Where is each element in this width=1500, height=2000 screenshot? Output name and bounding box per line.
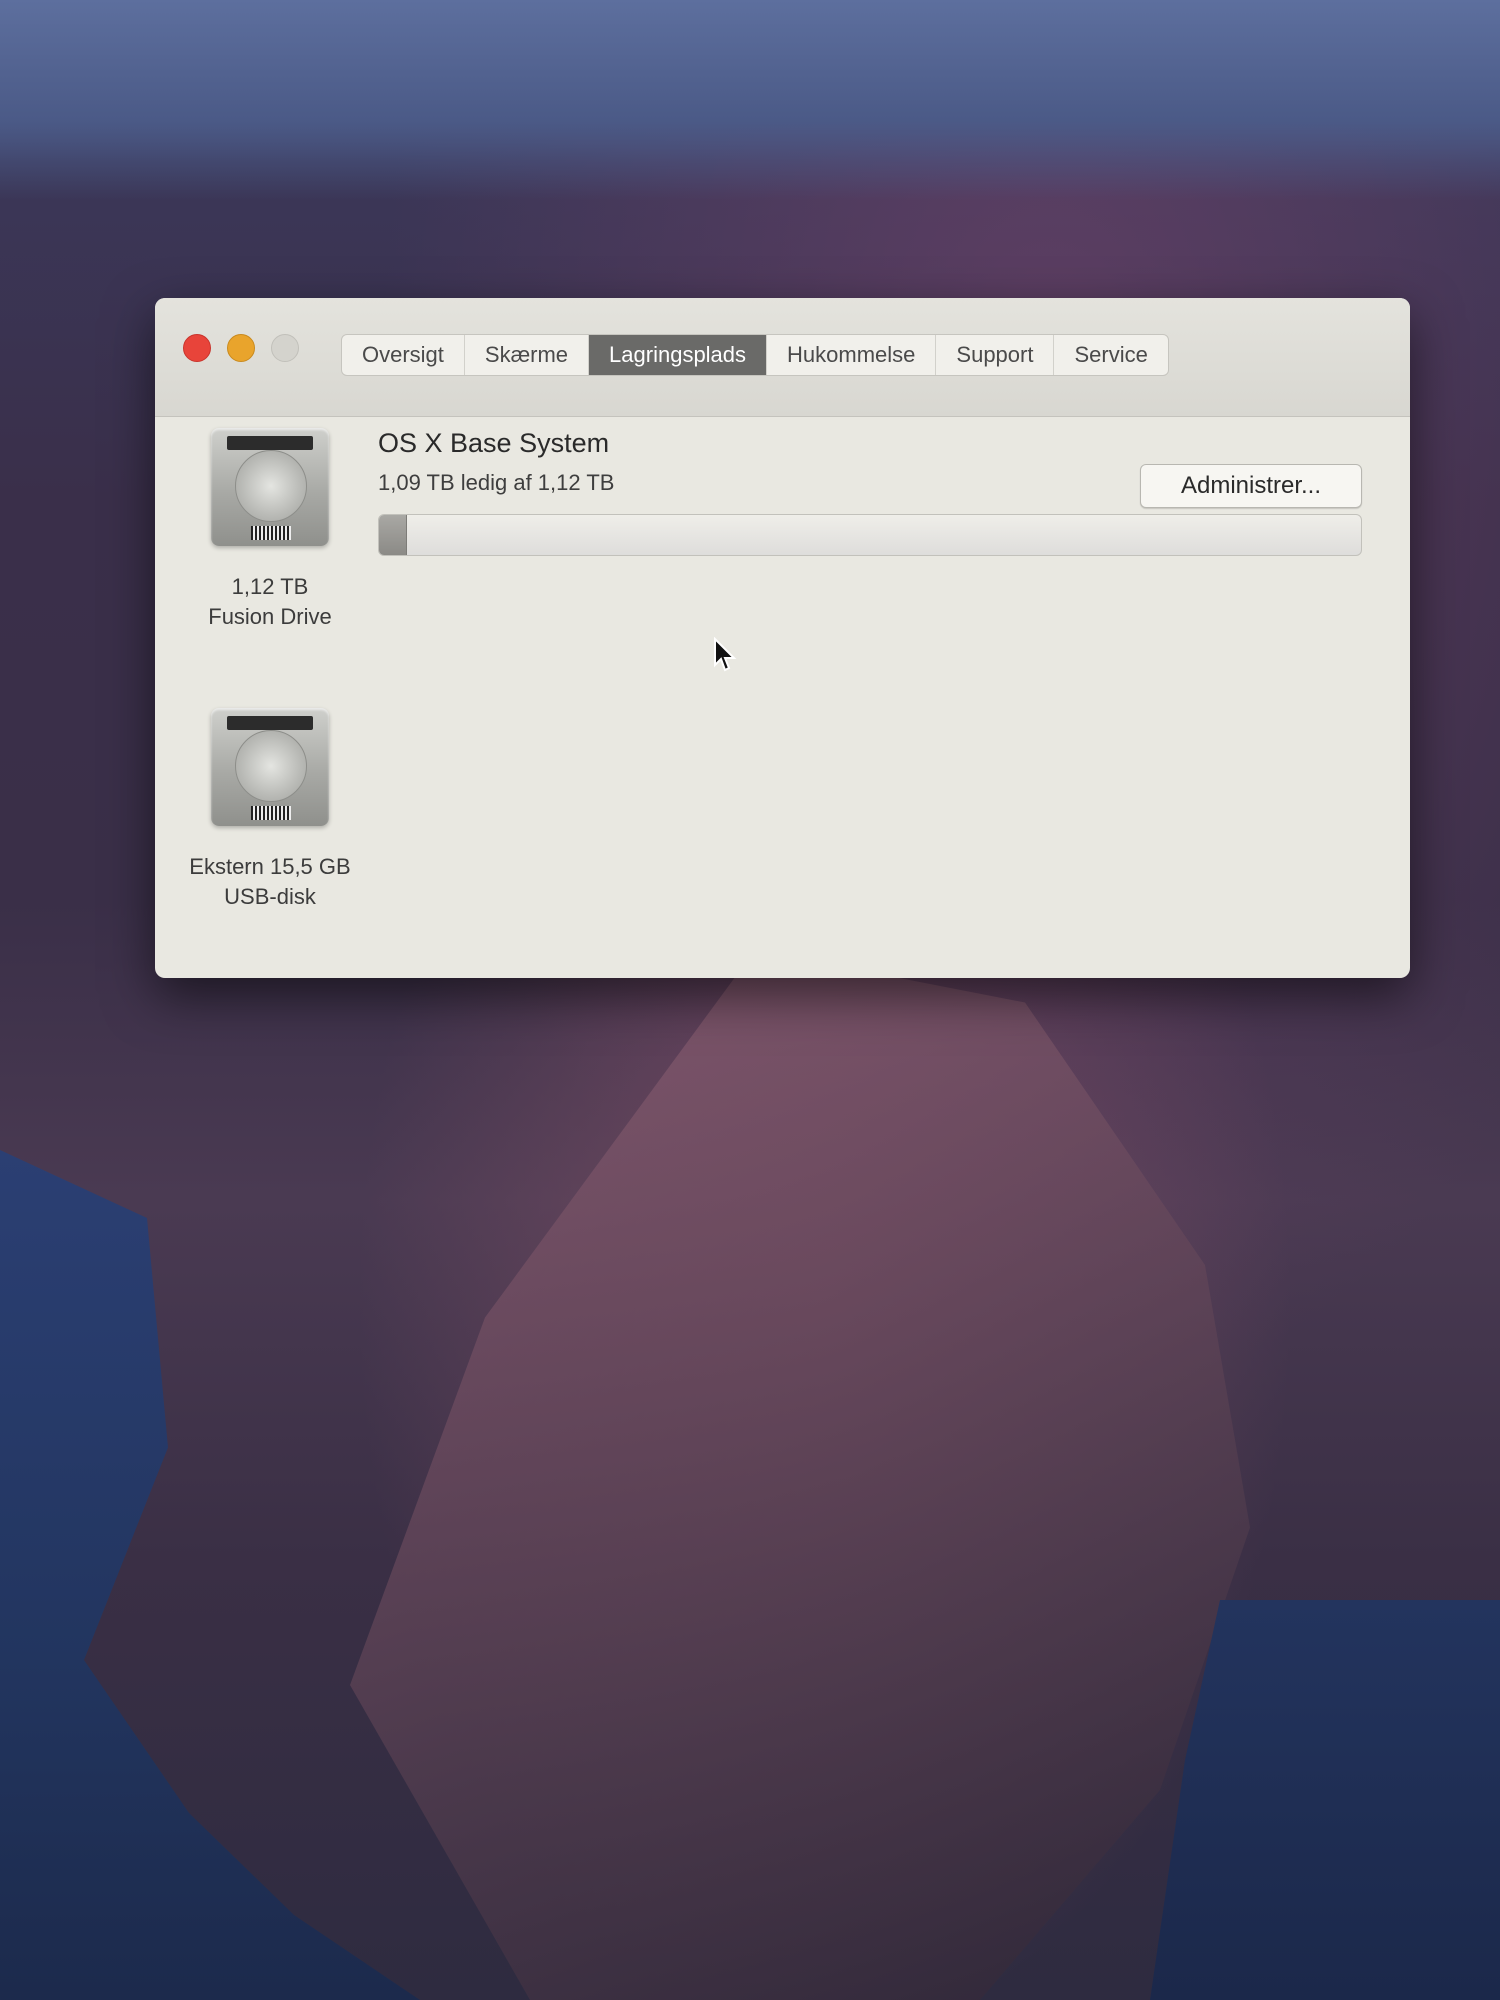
disk-fusion-drive[interactable]: 1,12 TB Fusion Drive (155, 428, 385, 632)
tab-hukommelse[interactable]: Hukommelse (767, 335, 937, 375)
close-button[interactable] (183, 334, 211, 362)
tab-oversigt[interactable]: Oversigt (342, 335, 465, 375)
hard-drive-icon (211, 428, 329, 546)
desktop-background: Oversigt Skærme Lagringsplads Hukommelse… (0, 0, 1500, 2000)
volume-capacity: 1,09 TB ledig af 1,12 TB (378, 470, 615, 495)
tab-lagringsplads[interactable]: Lagringsplads (589, 335, 768, 375)
volume-name: OS X Base System (378, 428, 610, 458)
disk-caption: Ekstern 15,5 GB USB-disk (155, 852, 385, 912)
tab-service[interactable]: Service (1054, 335, 1167, 375)
about-this-mac-window: Oversigt Skærme Lagringsplads Hukommelse… (155, 298, 1410, 978)
wallpaper-sky (0, 0, 1500, 200)
tab-bar: Oversigt Skærme Lagringsplads Hukommelse… (341, 334, 1169, 376)
window-titlebar: Oversigt Skærme Lagringsplads Hukommelse… (155, 298, 1410, 417)
tab-skaerme[interactable]: Skærme (465, 335, 590, 375)
minimize-button[interactable] (227, 334, 255, 362)
disk-type-label: USB-disk (224, 884, 316, 909)
wallpaper-ridge (350, 950, 1250, 2000)
tab-support[interactable]: Support (936, 335, 1055, 375)
storage-usage-bar (378, 514, 1362, 556)
disk-caption: 1,12 TB Fusion Drive (155, 572, 385, 632)
storage-used-segment (379, 515, 407, 555)
zoom-button (271, 334, 299, 362)
disk-usb[interactable]: Ekstern 15,5 GB USB-disk (155, 708, 385, 912)
hard-drive-icon (211, 708, 329, 826)
wallpaper-sea-left (0, 1150, 420, 2000)
manage-button[interactable]: Administrer... (1140, 464, 1362, 508)
disk-size-label: Ekstern 15,5 GB (189, 854, 351, 879)
disk-size-label: 1,12 TB (231, 574, 309, 599)
disk-type-label: Fusion Drive (208, 604, 332, 629)
